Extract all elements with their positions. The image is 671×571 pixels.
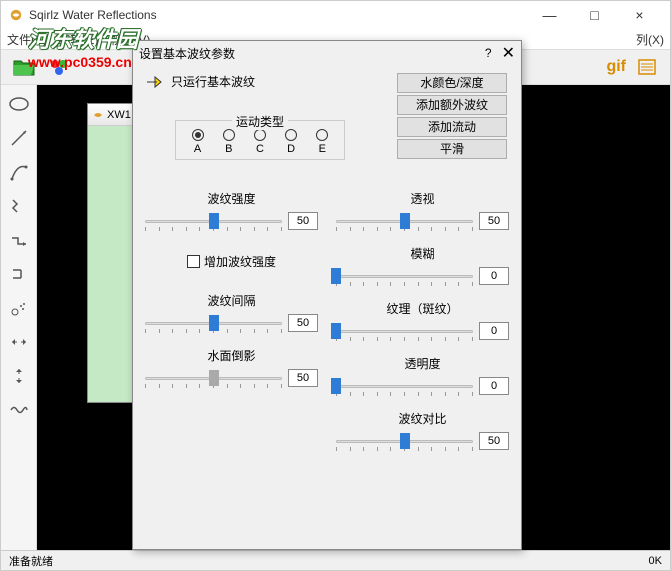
- minimize-button[interactable]: —: [527, 1, 572, 29]
- wave-interval-thumb[interactable]: [209, 315, 219, 331]
- increase-strength-checkbox[interactable]: [187, 255, 200, 268]
- status-ok: 0K: [649, 555, 662, 567]
- texture-slider[interactable]: [336, 321, 473, 341]
- transparency-slider-block: 透明度 0: [336, 355, 509, 396]
- water-reflection-slider[interactable]: [145, 368, 282, 388]
- add-flow-button[interactable]: 添加流动: [397, 117, 507, 137]
- increase-strength-label: 增加波纹强度: [204, 253, 276, 270]
- water-color-button[interactable]: 水颜色/深度: [397, 73, 507, 93]
- spray-tool[interactable]: [6, 295, 32, 321]
- smooth-button[interactable]: 平滑: [397, 139, 507, 159]
- radio-c[interactable]: C: [254, 129, 266, 155]
- help-button[interactable]: ?: [485, 46, 492, 60]
- blur-label: 模糊: [336, 245, 509, 262]
- perspective-slider[interactable]: [336, 211, 473, 231]
- menu-column[interactable]: 列(X): [636, 31, 664, 48]
- palette-button[interactable]: [45, 52, 75, 82]
- gif-label[interactable]: gif: [606, 58, 626, 76]
- transparency-value[interactable]: 0: [479, 377, 509, 395]
- maximize-button[interactable]: □: [572, 1, 617, 29]
- wave-contrast-value[interactable]: 50: [479, 432, 509, 450]
- perspective-value[interactable]: 50: [479, 212, 509, 230]
- wave-interval-slider-block: 波纹间隔 50: [145, 292, 318, 333]
- wave-strength-slider-block: 波纹强度 50: [145, 190, 318, 231]
- blur-slider[interactable]: [336, 266, 473, 286]
- dialog-title: 设置基本波纹参数: [139, 45, 235, 62]
- perspective-slider-block: 透视 50: [336, 190, 509, 231]
- wave-contrast-thumb[interactable]: [400, 433, 410, 449]
- flip-v-tool[interactable]: [6, 363, 32, 389]
- blur-value[interactable]: 0: [479, 267, 509, 285]
- radio-d[interactable]: D: [285, 129, 297, 155]
- wave-contrast-label: 波纹对比: [336, 410, 509, 427]
- transparency-thumb[interactable]: [331, 378, 341, 394]
- wave-interval-label: 波纹间隔: [145, 292, 318, 309]
- connector-tool[interactable]: [6, 261, 32, 287]
- statusbar: 准备就绪 0K: [1, 550, 670, 570]
- motion-type-legend: 运动类型: [232, 113, 288, 130]
- doc-title: XW1: [107, 109, 131, 121]
- wave-strength-slider[interactable]: [145, 211, 282, 231]
- step-tool[interactable]: [6, 227, 32, 253]
- transparency-label: 透明度: [336, 355, 509, 372]
- wave-contrast-slider-block: 波纹对比 50: [336, 410, 509, 451]
- line-tool[interactable]: [6, 125, 32, 151]
- wave-strength-label: 波纹强度: [145, 190, 318, 207]
- flip-h-tool[interactable]: [6, 329, 32, 355]
- ellipse-tool[interactable]: [6, 91, 32, 117]
- curve-tool[interactable]: [6, 159, 32, 185]
- gif-settings-button[interactable]: [632, 52, 662, 82]
- blur-slider-block: 模糊 0: [336, 245, 509, 286]
- wave-strength-value[interactable]: 50: [288, 212, 318, 230]
- run-basic-wave-label[interactable]: 只运行基本波纹: [171, 73, 255, 90]
- perspective-thumb[interactable]: [400, 213, 410, 229]
- wave-strength-thumb[interactable]: [209, 213, 219, 229]
- app-icon: [9, 8, 23, 22]
- texture-slider-block: 纹理（斑纹） 0: [336, 300, 509, 341]
- wave-settings-dialog: 设置基本波纹参数 ? ✕ 只运行基本波纹 水颜色/深度 添加额外波纹 添加流动 …: [132, 40, 522, 550]
- motion-type-group: 运动类型 ABCDE: [175, 120, 345, 160]
- wave-interval-value[interactable]: 50: [288, 314, 318, 332]
- dialog-close-button[interactable]: ✕: [502, 43, 515, 63]
- water-reflection-slider-block: 水面倒影 50: [145, 347, 318, 388]
- perspective-label: 透视: [336, 190, 509, 207]
- radio-a[interactable]: A: [192, 129, 204, 155]
- radio-b[interactable]: B: [223, 129, 235, 155]
- left-toolbar: [1, 85, 37, 550]
- radio-e[interactable]: E: [316, 129, 328, 155]
- open-button[interactable]: [9, 52, 39, 82]
- menu-file[interactable]: 文件(F): [7, 31, 46, 48]
- arrow-icon: [145, 74, 165, 90]
- add-extra-wave-button[interactable]: 添加额外波纹: [397, 95, 507, 115]
- menu-edit[interactable]: 编辑(E): [58, 31, 98, 48]
- wave-tool[interactable]: [6, 397, 32, 423]
- water-reflection-label: 水面倒影: [145, 347, 318, 364]
- close-button[interactable]: ×: [617, 1, 662, 29]
- blur-thumb[interactable]: [331, 268, 341, 284]
- doc-icon: [92, 109, 104, 121]
- texture-label: 纹理（斑纹）: [336, 300, 509, 317]
- dialog-titlebar: 设置基本波纹参数 ? ✕: [133, 41, 521, 65]
- water-reflection-value[interactable]: 50: [288, 369, 318, 387]
- water-reflection-thumb[interactable]: [209, 370, 219, 386]
- texture-thumb[interactable]: [331, 323, 341, 339]
- increase-strength-checkbox-row[interactable]: 增加波纹强度: [145, 253, 318, 270]
- transparency-slider[interactable]: [336, 376, 473, 396]
- texture-value[interactable]: 0: [479, 322, 509, 340]
- wave-interval-slider[interactable]: [145, 313, 282, 333]
- status-text: 准备就绪: [9, 553, 53, 569]
- zigzag-tool[interactable]: [6, 193, 32, 219]
- titlebar: Sqirlz Water Reflections — □ ×: [1, 1, 670, 29]
- window-title: Sqirlz Water Reflections: [29, 8, 157, 22]
- wave-contrast-slider[interactable]: [336, 431, 473, 451]
